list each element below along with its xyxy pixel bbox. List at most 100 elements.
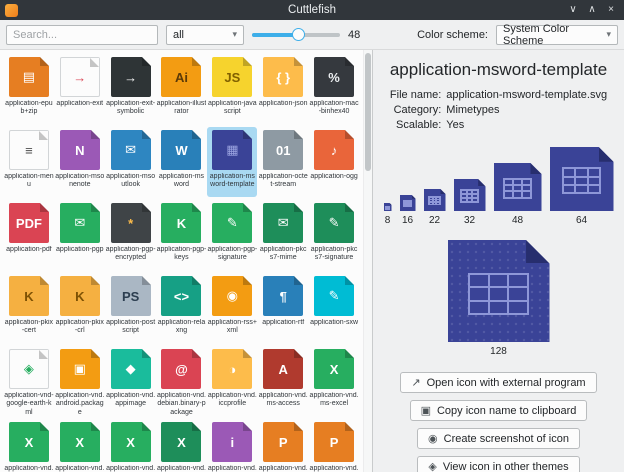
icon-label: application-vnd.ms-excel.addin.m — [4, 465, 54, 472]
size-label: 32 — [464, 215, 475, 226]
titlebar[interactable]: Cuttlefish ∨ ∧ × — [0, 0, 624, 20]
size-preview-item: 22 — [424, 189, 446, 226]
icon-grid-item[interactable]: ◆ application-vnd.appimage — [106, 346, 156, 416]
mimetype-file-icon: ¶ — [263, 276, 303, 316]
icon-grid-item[interactable]: ✉ application-pgp — [55, 200, 105, 270]
action-button[interactable]: ▣ Copy icon name to clipboard — [410, 400, 588, 421]
icon-grid-item[interactable]: W application-msword — [157, 127, 207, 197]
chevron-down-icon: ▾ — [606, 29, 611, 40]
icon-grid-item[interactable]: X application-vnd.ms-excel.sheet.bi — [55, 419, 105, 472]
action-button[interactable]: ◉ Create screenshot of icon — [417, 428, 580, 449]
icon-grid-item[interactable]: ¶ application-rtf — [258, 273, 308, 343]
icon-grid-item[interactable]: P application-vnd.ms-powerpoint.a — [309, 419, 359, 472]
size-previews: 8 16 — [384, 147, 614, 226]
maximize-button[interactable]: ∧ — [584, 1, 600, 19]
icon-grid-item[interactable]: ♪ application-ogg — [309, 127, 359, 197]
search-input[interactable] — [6, 25, 158, 45]
close-button[interactable]: × — [603, 1, 619, 19]
icon-grid-item[interactable]: P application-vnd.ms-powerpoint — [258, 419, 308, 472]
icon-grid-item[interactable]: ✎ application-pgp-signature — [207, 200, 257, 270]
mimetype-file-icon: ✉ — [263, 203, 303, 243]
clipboard-icon: ▣ — [421, 404, 431, 417]
info-field-label: File name: — [390, 89, 441, 101]
icon-grid-item[interactable]: { } application-json — [258, 54, 308, 124]
icon-size-slider[interactable] — [252, 25, 340, 45]
icon-grid-item[interactable]: PS application-postscript — [106, 273, 156, 343]
icon-grid-item[interactable]: JS application-javascript — [207, 54, 257, 124]
icon-label: application-mac-binhex40 — [309, 100, 359, 117]
icon-grid-item[interactable]: <> application-relaxng — [157, 273, 207, 343]
icon-grid-pane: ▤ application-epub+zip → application-exi… — [0, 50, 372, 472]
category-dropdown[interactable]: all ▾ — [166, 25, 244, 45]
folded-corner — [440, 189, 445, 194]
icon-grid-item[interactable]: 01 application-octet-stream — [258, 127, 308, 197]
icon-grid-item[interactable]: ▤ application-epub+zip — [4, 54, 54, 124]
icon-label: application-vnd.ms-powerpoint — [258, 465, 308, 472]
icon-grid-item[interactable]: → application-exit-symbolic — [106, 54, 156, 124]
color-scheme-dropdown[interactable]: System Color Scheme ▾ — [496, 25, 618, 45]
icon-label: application-vnd.ms-excel.templat — [157, 465, 207, 472]
icon-label: application-vnd.ms-infopath — [207, 465, 257, 472]
icon-label: application-msonenote — [55, 173, 105, 190]
mimetype-file-icon: N — [60, 130, 100, 170]
icon-grid-item[interactable]: ◉ application-rss+xml — [207, 273, 257, 343]
icon-grid-item[interactable]: X application-vnd.ms-excel.templat — [157, 419, 207, 472]
mimetype-file-icon: ◉ — [212, 276, 252, 316]
mimetype-file-icon: ✎ — [212, 203, 252, 243]
action-button[interactable]: ↗ Open icon with external program — [400, 372, 596, 393]
icon-glyph: { } — [276, 70, 290, 85]
icon-label: application-pkcs7-signature — [309, 246, 359, 263]
icon-grid-item[interactable]: ✎ application-sxw — [309, 273, 359, 343]
icon-grid-item[interactable]: → application-exit — [55, 54, 105, 124]
icon-glyph: P — [330, 435, 339, 450]
slider-handle[interactable] — [292, 28, 305, 41]
icon-grid-item[interactable]: N application-msonenote — [55, 127, 105, 197]
window-controls: ∨ ∧ × — [565, 1, 619, 19]
icon-grid-item[interactable]: * application-pgp-encrypted — [106, 200, 156, 270]
icon-grid-item[interactable]: A application-vnd.ms-access — [258, 346, 308, 416]
icon-grid-item[interactable]: i application-vnd.ms-infopath — [207, 419, 257, 472]
icon-glyph: X — [25, 435, 34, 450]
vertical-scrollbar[interactable] — [363, 50, 372, 472]
icon-grid-item[interactable]: ◑ application-vnd.iccprofile — [207, 346, 257, 416]
size-label: 64 — [576, 215, 587, 226]
mimetype-file-icon: W — [161, 130, 201, 170]
icon-glyph: ✎ — [227, 215, 238, 231]
mimetype-file-icon: X — [9, 422, 49, 462]
icon-grid-item[interactable]: K application-pgp-keys — [157, 200, 207, 270]
msword-template-icon-preview — [400, 195, 416, 211]
icon-grid-item[interactable]: ≡ application-menu — [4, 127, 54, 197]
icon-grid-item[interactable]: PDF application-pdf — [4, 200, 54, 270]
mimetype-file-icon: ✎ — [314, 203, 354, 243]
icon-grid-item[interactable]: ▣ application-vnd.android.package — [55, 346, 105, 416]
icon-grid-item[interactable]: ◈ application-vnd-google-earth-kml — [4, 346, 54, 416]
icon-grid-item[interactable]: X application-vnd.ms-excel.addin.m — [4, 419, 54, 472]
icon-grid-item[interactable]: Ai application-illustrator — [157, 54, 207, 124]
action-button[interactable]: ◈ View icon in other themes — [417, 456, 579, 472]
icon-glyph: ♪ — [331, 143, 338, 158]
minimize-button[interactable]: ∨ — [565, 1, 581, 19]
icon-glyph: Ai — [175, 70, 188, 85]
icon-grid-item[interactable]: % application-mac-binhex40 — [309, 54, 359, 124]
screenshot-icon: ◉ — [428, 432, 438, 445]
icon-grid-item[interactable]: K application-pkix-crl — [55, 273, 105, 343]
icon-label: application-pdf — [4, 246, 54, 254]
icon-grid-item[interactable]: ✉ application-pkcs7-mime — [258, 200, 308, 270]
icon-label: application-pgp — [55, 246, 105, 254]
icon-grid-item[interactable]: ✎ application-pkcs7-signature — [309, 200, 359, 270]
icon-label: application-pkix-cert — [4, 319, 54, 336]
icon-grid-item[interactable]: ✉ application-msoutlook — [106, 127, 156, 197]
icon-grid-item[interactable]: K application-pkix-cert — [4, 273, 54, 343]
icon-label: application-pkcs7-mime — [258, 246, 308, 263]
icon-grid-item[interactable]: ▦ application-msword-template — [207, 127, 257, 197]
scrollbar-thumb[interactable] — [365, 53, 371, 171]
icon-glyph: K — [177, 216, 186, 231]
icon-grid-item[interactable]: @ application-vnd.debian.binary-package — [157, 346, 207, 416]
icon-glyph: ✎ — [329, 215, 340, 231]
icon-glyph: K — [75, 289, 84, 304]
icon-grid-item[interactable]: X application-vnd.ms-excel — [309, 346, 359, 416]
mimetype-file-icon: P — [263, 422, 303, 462]
action-button-label: View icon in other themes — [443, 461, 569, 472]
icon-glyph: i — [231, 435, 235, 450]
icon-grid-item[interactable]: X application-vnd.ms-excel.sheet.m — [106, 419, 156, 472]
